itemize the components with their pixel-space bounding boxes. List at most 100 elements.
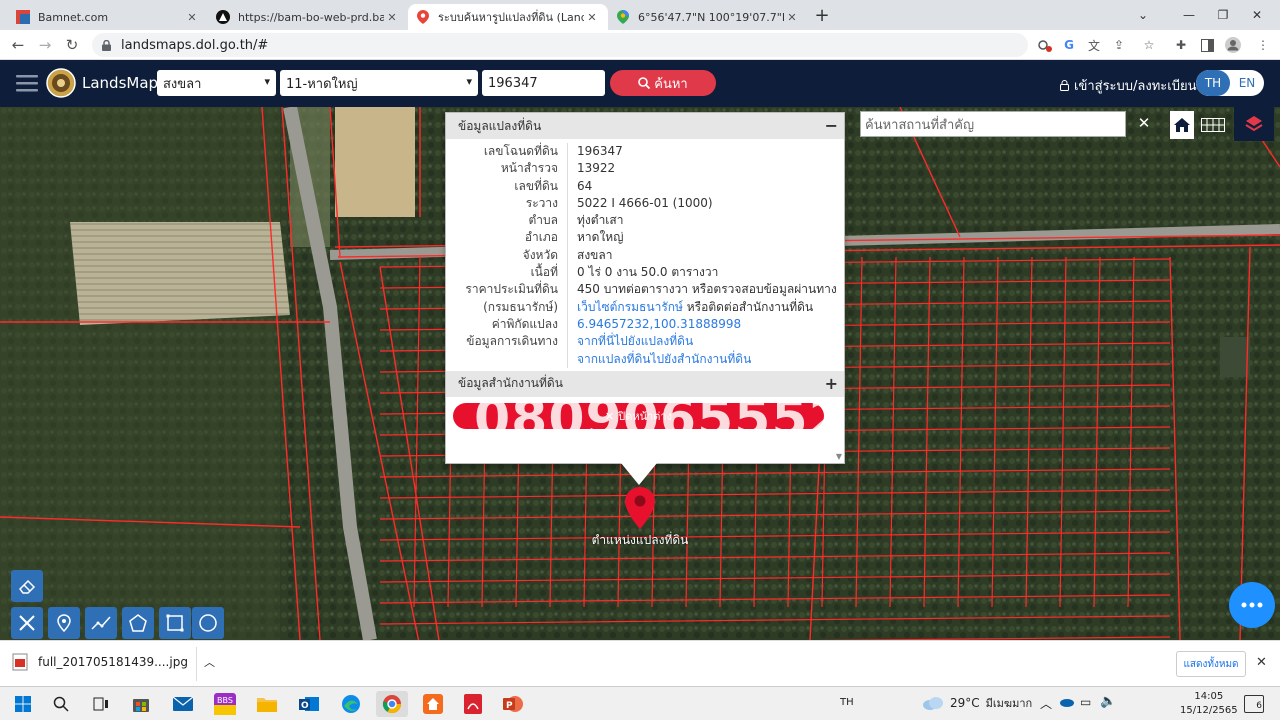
tab-title: ระบบค้นหารูปแปลงที่ดิน (LandsMaps — [438, 11, 584, 24]
home-button[interactable] — [1170, 111, 1194, 139]
hamburger-menu-icon[interactable] — [16, 72, 38, 94]
microsoft-store-icon[interactable] — [128, 691, 154, 717]
route-to-office-link[interactable]: จากแปลงที่ดินไปยังสำนักงานที่ดิน — [568, 351, 751, 368]
chrome-browser-icon[interactable] — [376, 691, 408, 717]
tab-landsmaps[interactable]: ระบบค้นหารูปแปลงที่ดิน (LandsMaps ✕ — [408, 4, 608, 30]
province-select[interactable]: สงขลา ▾ — [157, 70, 276, 96]
ellipsis-icon — [1241, 602, 1263, 608]
scroll-down-icon[interactable]: ▼ — [836, 452, 842, 461]
weather-widget[interactable]: 29°C มีเมฆมาก — [922, 694, 1032, 712]
windows-taskbar: BBS O P TH 29°C มีเมฆมาก ︿ ▭ 🔈 14:05 15/… — [0, 686, 1280, 720]
login-link[interactable]: เข้าสู่ระบบ/ลงทะเบียน — [1060, 75, 1196, 96]
close-tab-icon[interactable]: ✕ — [584, 11, 600, 24]
input-language-indicator[interactable]: TH — [840, 697, 854, 708]
translate-icon[interactable]: 文 — [1085, 36, 1103, 54]
system-tray-chevron-icon[interactable]: ︿ — [1040, 695, 1052, 712]
route-to-parcel-link[interactable]: จากที่นี่ไปยังแปลงที่ดิน — [568, 333, 693, 350]
show-all-downloads-button[interactable]: แสดงทั้งหมด — [1176, 651, 1246, 677]
eraser-tool-button[interactable] — [11, 570, 43, 602]
phone-watermark: 0809065552 — [474, 389, 846, 449]
edge-browser-icon[interactable] — [338, 691, 364, 717]
collapse-minus-icon[interactable]: − — [825, 116, 838, 135]
search-icon[interactable] — [48, 691, 74, 717]
info-row: ตำบล ทุ่งตำเสา — [446, 212, 844, 230]
circle-icon — [199, 614, 217, 632]
lang-en-button[interactable]: EN — [1230, 70, 1264, 96]
address-bar[interactable]: landsmaps.dol.go.th/# — [92, 33, 1028, 57]
parcel-info-header[interactable]: ข้อมูลแปลงที่ดิน − — [446, 113, 844, 139]
network-icon[interactable]: ▭ — [1080, 695, 1091, 709]
svg-text:O: O — [301, 701, 309, 711]
lang-th-button[interactable]: TH — [1196, 70, 1230, 96]
google-icon[interactable]: G — [1060, 36, 1078, 54]
password-key-icon[interactable] — [1036, 36, 1054, 54]
tab-bamnet[interactable]: Bamnet.com ✕ — [8, 4, 208, 30]
tab-title: 6°56'47.7"N 100°19'07.7"E - Goo — [638, 10, 784, 24]
browser-tab-strip: Bamnet.com ✕ https://bam-bo-web-prd.bam.… — [0, 0, 1280, 30]
new-tab-button[interactable]: + — [812, 5, 832, 26]
forward-button[interactable]: → — [35, 35, 55, 55]
info-row: ข้อมูลการเดินทาง จากที่นี่ไปยังแปลงที่ดิน — [446, 333, 844, 351]
chevron-up-icon[interactable]: ︿ — [204, 654, 215, 670]
close-tab-icon[interactable]: ✕ — [784, 11, 800, 24]
polygon-tool-button[interactable] — [122, 607, 154, 639]
onedrive-cloud-icon[interactable] — [1058, 696, 1074, 710]
close-download-bar-icon[interactable]: ✕ — [1256, 655, 1267, 670]
powerpoint-icon[interactable]: P — [500, 691, 526, 717]
more-options-button[interactable] — [1229, 582, 1275, 628]
reload-button[interactable]: ↻ — [62, 35, 82, 55]
measure-icon — [19, 615, 35, 631]
google-maps-favicon — [616, 10, 630, 24]
ruler-tool-button[interactable] — [11, 607, 43, 639]
place-search-input[interactable]: ค้นหาสถานที่สำคัญ — [860, 111, 1126, 137]
grid-icon — [1201, 118, 1225, 132]
coordinates-link[interactable]: 6.94657232,100.31888998 — [568, 316, 741, 333]
clear-search-icon[interactable]: ✕ — [1134, 113, 1154, 133]
circle-tool-button[interactable] — [192, 607, 224, 639]
magnifier-icon — [638, 77, 651, 89]
chevron-down-icon: ▾ — [264, 75, 270, 88]
parcel-marker-icon[interactable] — [625, 487, 655, 529]
parcel-number-input[interactable]: 196347 — [482, 70, 605, 96]
task-view-icon[interactable] — [88, 691, 114, 717]
home-app-icon[interactable] — [420, 691, 446, 717]
district-select[interactable]: 11-หาดใหญ่ ▾ — [280, 70, 478, 96]
layers-button[interactable] — [1234, 107, 1274, 141]
extensions-puzzle-icon[interactable]: ✚ — [1172, 36, 1190, 54]
point-tool-button[interactable] — [48, 607, 80, 639]
acrobat-pdf-icon[interactable] — [460, 691, 486, 717]
menu-kebab-icon[interactable]: ⋮ — [1254, 36, 1272, 54]
clock[interactable]: 14:05 15/12/2565 — [1180, 690, 1238, 718]
info-row: จากแปลงที่ดินไปยังสำนักงานที่ดิน — [446, 350, 844, 368]
bbs-app-icon[interactable]: BBS — [212, 691, 238, 717]
profile-avatar-icon[interactable] — [1224, 36, 1242, 54]
tab-google-maps[interactable]: 6°56'47.7"N 100°19'07.7"E - Goo ✕ — [608, 4, 808, 30]
bookmark-star-icon[interactable]: ☆ — [1140, 36, 1158, 54]
rectangle-tool-button[interactable] — [159, 607, 191, 639]
treasury-website-link[interactable]: เว็บไซต์กรมธนารักษ์ — [577, 300, 683, 314]
file-explorer-icon[interactable] — [254, 691, 280, 717]
close-tab-icon[interactable]: ✕ — [384, 11, 400, 24]
search-button[interactable]: ค้นหา — [610, 70, 716, 96]
notifications-icon[interactable]: 6 — [1244, 695, 1264, 713]
share-icon[interactable]: ⇪ — [1110, 36, 1128, 54]
volume-icon[interactable]: 🔈 — [1100, 694, 1116, 709]
app-header: LandsMaps สงขลา ▾ 11-หาดใหญ่ ▾ 196347 ค้… — [0, 60, 1280, 107]
info-row: ราคาประเมินที่ดิน 450 บาทต่อตารางวา หรือต… — [446, 281, 844, 299]
mail-icon[interactable] — [170, 691, 196, 717]
tab-search-icon[interactable]: ⌄ — [1120, 0, 1166, 30]
close-tab-icon[interactable]: ✕ — [184, 11, 200, 24]
windows-start-icon[interactable] — [10, 691, 36, 717]
side-panel-icon[interactable] — [1198, 36, 1216, 54]
outlook-icon[interactable]: O — [296, 691, 322, 717]
tab-title: https://bam-bo-web-prd.bam.co — [238, 10, 384, 24]
close-window-button[interactable]: ✕ — [1234, 0, 1280, 30]
grid-toggle-button[interactable] — [1198, 111, 1228, 139]
back-button[interactable]: ← — [8, 35, 28, 55]
pin-icon — [57, 614, 71, 632]
svg-text:BBS: BBS — [217, 696, 233, 705]
image-file-icon — [12, 653, 28, 671]
line-tool-button[interactable] — [85, 607, 117, 639]
tab-bam-backoffice[interactable]: https://bam-bo-web-prd.bam.co ✕ — [208, 4, 408, 30]
download-item[interactable]: full_201705181439....jpg ︿ — [12, 653, 215, 671]
